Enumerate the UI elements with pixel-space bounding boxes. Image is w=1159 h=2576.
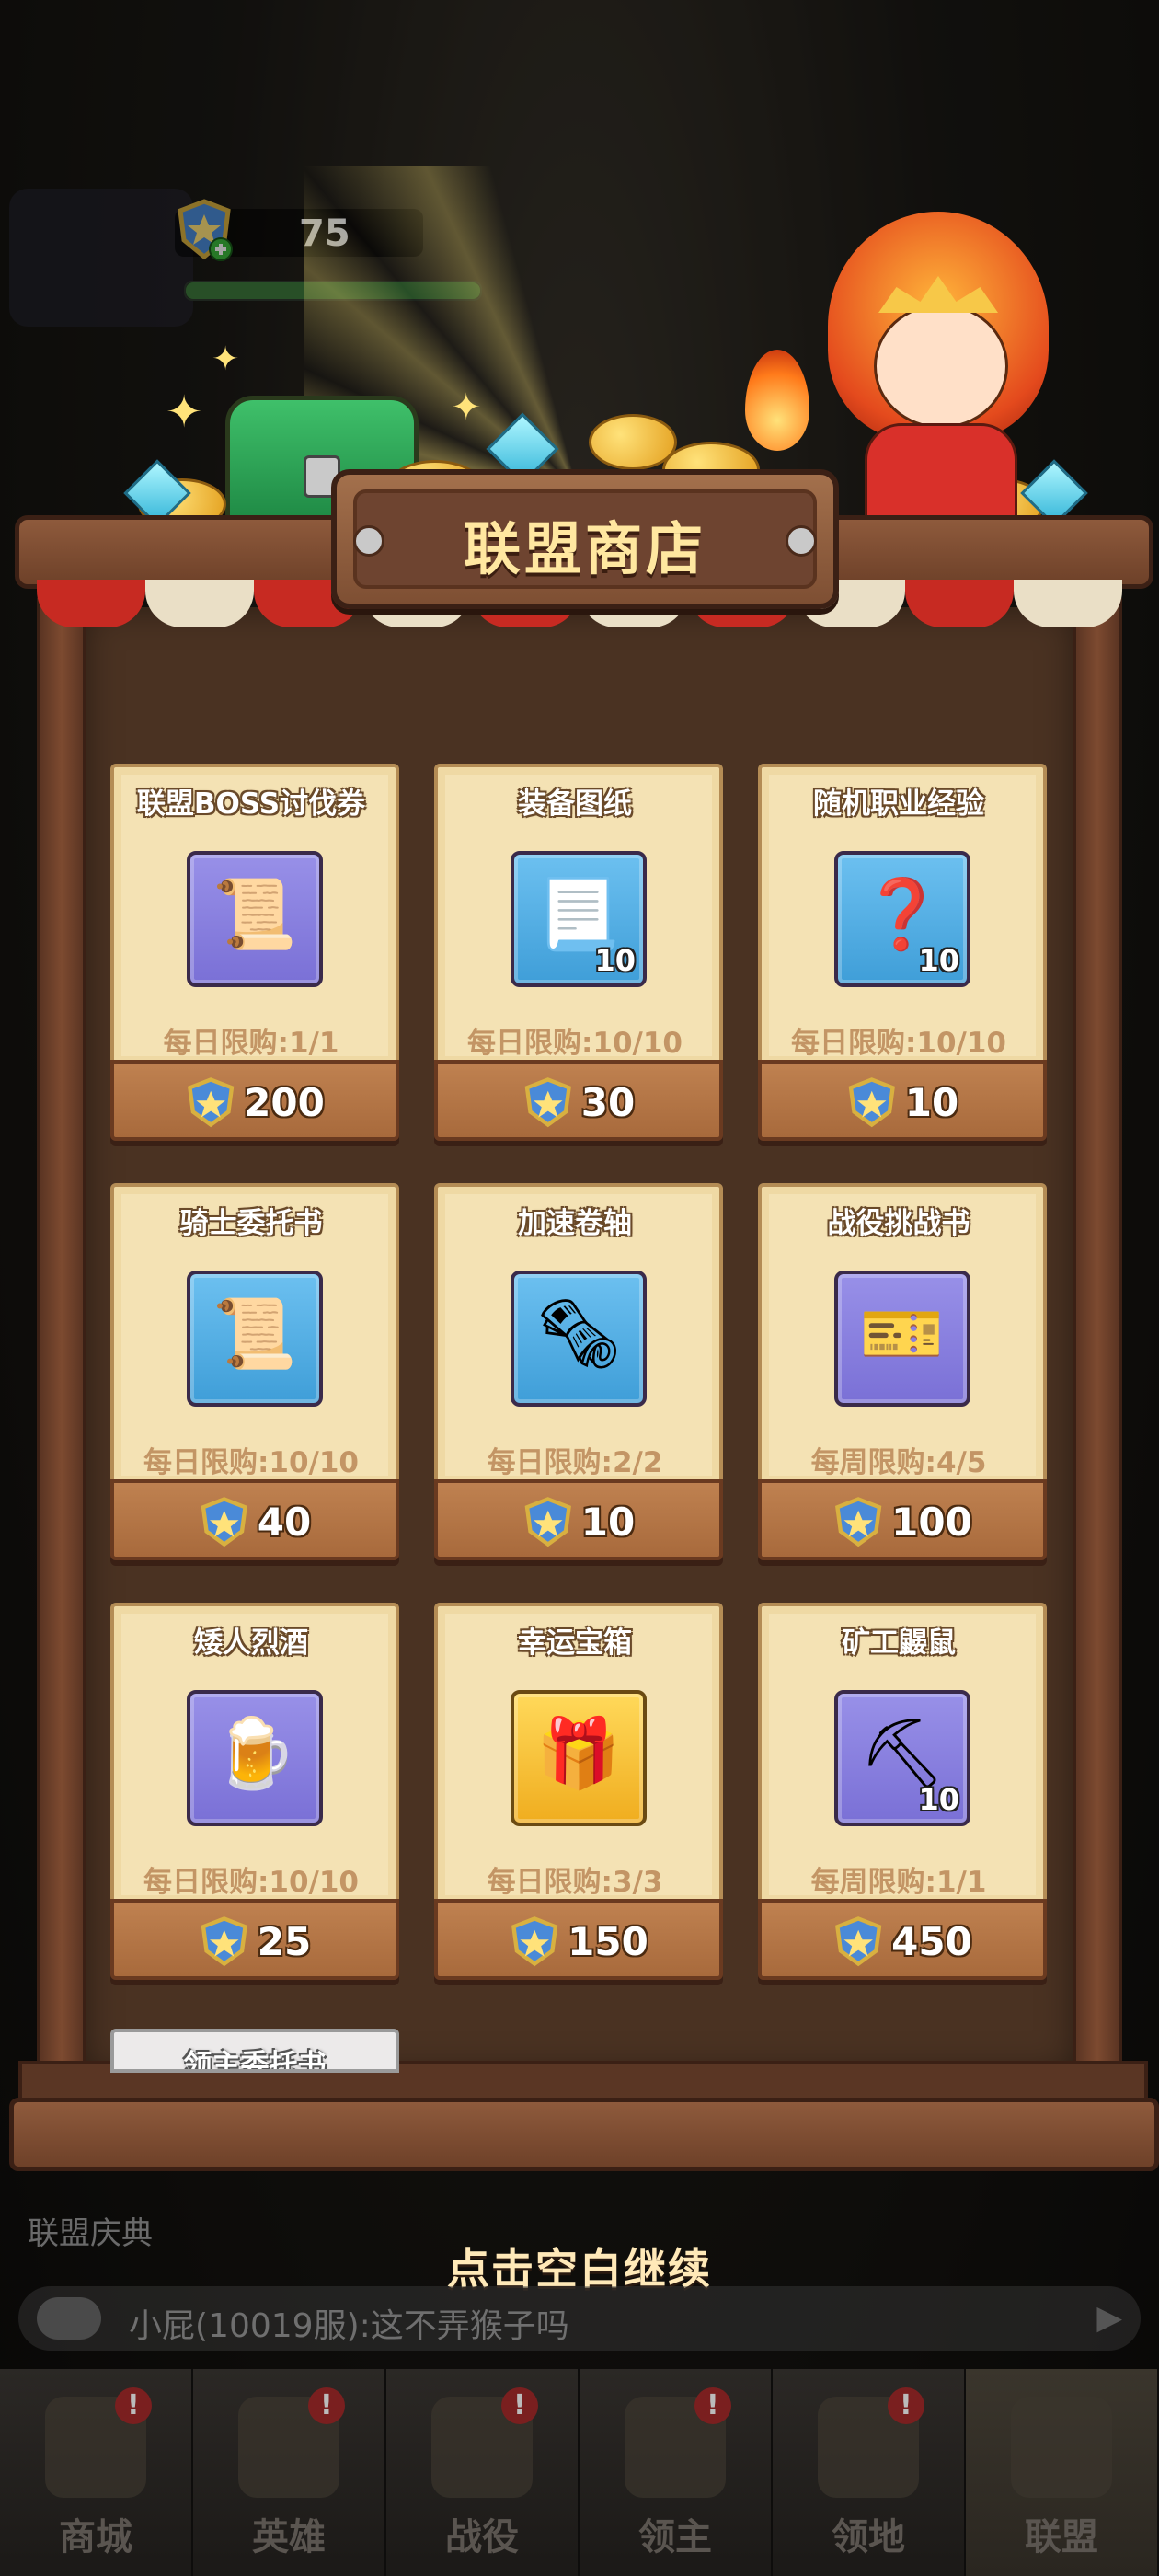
buy-button[interactable]: 450 [758, 1899, 1047, 1980]
buy-button[interactable]: 40 [110, 1479, 399, 1560]
item-price: 10 [904, 1079, 959, 1125]
item-price: 450 [891, 1918, 972, 1964]
purchase-limit: 每日限购:3/3 [487, 1866, 663, 1899]
tab-battle[interactable]: ! 战役 [386, 2369, 580, 2576]
alliance-shield-icon [201, 1916, 247, 1967]
buy-button[interactable]: 100 [758, 1479, 1047, 1560]
item-name: 矿工鼹鼠 [842, 1627, 956, 1660]
shop-item-card[interactable]: 装备图纸 📃 10 每日限购:10/10 30 [434, 764, 723, 1141]
purchase-limit: 每日限购:10/10 [791, 1027, 1006, 1060]
chat-message: 小屁(10019服):这不弄猴子吗 [129, 2307, 569, 2345]
shop-item-card-partial[interactable]: 领主委托书 [110, 2029, 399, 2073]
buy-button[interactable]: 150 [434, 1899, 723, 1980]
alliance-shield-icon [201, 1497, 247, 1547]
challenge-ticket-icon: 🎫 [834, 1271, 970, 1407]
chat-bubble-icon [37, 2297, 101, 2340]
alliance-shield-icon [511, 1916, 558, 1967]
shop-title: 联盟商店 [463, 515, 706, 582]
shop-item-card[interactable]: 战役挑战书 🎫 每周限购:4/5 100 [758, 1183, 1047, 1560]
blueprint-icon: 📃 10 [511, 851, 647, 987]
shop-item-card[interactable]: 幸运宝箱 🎁 每日限购:3/3 150 [434, 1603, 723, 1980]
shop-title-plaque: 联盟商店 [331, 469, 839, 609]
shop-item-card[interactable]: 联盟BOSS讨伐券 📜 每日限购:1/1 200 [110, 764, 399, 1141]
purchase-limit: 每周限购:4/5 [810, 1446, 987, 1479]
shop-item-card[interactable]: 骑士委托书 📜 每日限购:10/10 40 [110, 1183, 399, 1560]
tab-label: 联盟 [1025, 2516, 1098, 2559]
item-name: 骑士委托书 [179, 1207, 323, 1240]
alliance-shield-icon [835, 1916, 882, 1967]
item-price: 150 [568, 1918, 648, 1964]
alert-badge: ! [114, 2387, 152, 2424]
tab-territory[interactable]: ! 领地 [773, 2369, 966, 2576]
item-name: 战役挑战书 [827, 1207, 970, 1240]
buy-button[interactable]: 30 [434, 1060, 723, 1141]
item-name: 加速卷轴 [518, 1207, 632, 1240]
tab-label: 商城 [59, 2516, 132, 2559]
purchase-limit: 每日限购:2/2 [487, 1446, 663, 1479]
buy-button[interactable]: 25 [110, 1899, 399, 1980]
alliance-shield-icon [848, 1077, 895, 1128]
tab-lord[interactable]: ! 领主 [580, 2369, 773, 2576]
tab-hero[interactable]: ! 英雄 [193, 2369, 386, 2576]
speed-scroll-icon: 🗞 [511, 1271, 647, 1407]
tab-shop[interactable]: ! 商城 [0, 2369, 193, 2576]
alert-badge: ! [500, 2387, 538, 2424]
alliance-shield-icon [524, 1497, 571, 1547]
item-name: 矮人烈酒 [194, 1627, 308, 1660]
buy-button[interactable]: 10 [758, 1060, 1047, 1141]
tab-label: 领地 [832, 2516, 905, 2559]
purchase-limit: 每日限购:1/1 [163, 1027, 339, 1060]
item-name: 联盟BOSS讨伐券 [136, 788, 366, 821]
purchase-limit: 每日限购:10/10 [143, 1866, 359, 1899]
tab-label: 英雄 [252, 2516, 326, 2559]
item-price: 100 [891, 1499, 972, 1545]
alliance-shield-icon [835, 1497, 882, 1547]
item-name: 幸运宝箱 [518, 1627, 632, 1660]
alert-badge: ! [307, 2387, 345, 2424]
cabinet-post-right [1073, 598, 1122, 2123]
miner-mole-icon: ⛏ 10 [834, 1690, 970, 1826]
item-price: 25 [257, 1918, 312, 1964]
item-price: 200 [244, 1079, 325, 1125]
shop-item-card[interactable]: 加速卷轴 🗞 每日限购:2/2 10 [434, 1183, 723, 1560]
bottom-nav: ! 商城 ! 英雄 ! 战役 ! 领主 ! 领地 联盟 [0, 2369, 1159, 2576]
chat-ticker[interactable]: 小屁(10019服):这不弄猴子吗 ▶ [18, 2286, 1141, 2351]
sealed-scroll-icon: 📜 [187, 1271, 323, 1407]
tab-label: 战役 [445, 2516, 519, 2559]
shop-item-card[interactable]: 矿工鼹鼠 ⛏ 10 每周限购:1/1 450 [758, 1603, 1047, 1980]
item-name: 装备图纸 [518, 788, 632, 821]
purchase-limit: 每日限购:10/10 [143, 1446, 359, 1479]
purchase-limit: 每日限购:10/10 [467, 1027, 683, 1060]
alert-badge: ! [887, 2387, 924, 2424]
shop-item-card[interactable]: 随机职业经验 ❓ 10 每日限购:10/10 10 [758, 764, 1047, 1141]
sparkle-icon: ✦ [166, 386, 203, 438]
sparkle-icon: ✦ [451, 386, 482, 429]
mystery-orb-icon: ❓ 10 [834, 851, 970, 987]
buy-button[interactable]: 10 [434, 1479, 723, 1560]
alert-badge: ! [694, 2387, 731, 2424]
item-name: 领主委托书 [183, 2049, 327, 2073]
fire-queen-hero-portrait [809, 212, 1067, 521]
item-price: 10 [580, 1499, 636, 1545]
lucky-chest-icon: 🎁 [511, 1690, 647, 1826]
boss-scroll-icon: 📜 [187, 851, 323, 987]
sparkle-icon: ✦ [212, 340, 240, 378]
knight-helmet-icon [1011, 2397, 1112, 2498]
ale-mug-icon: 🍺 [187, 1690, 323, 1826]
cabinet-base [9, 2098, 1159, 2171]
tab-label: 领主 [638, 2516, 712, 2559]
alliance-shield-icon [524, 1077, 571, 1128]
item-price: 30 [580, 1079, 636, 1125]
chevron-right-icon: ▶ [1096, 2299, 1122, 2337]
cabinet-post-left [37, 598, 86, 2123]
shop-item-card[interactable]: 矮人烈酒 🍺 每日限购:10/10 25 [110, 1603, 399, 1980]
purchase-limit: 每周限购:1/1 [810, 1866, 987, 1899]
item-price: 40 [257, 1499, 312, 1545]
alliance-shield-icon [188, 1077, 235, 1128]
buy-button[interactable]: 200 [110, 1060, 399, 1141]
item-name: 随机职业经验 [813, 788, 984, 821]
tab-alliance[interactable]: 联盟 [966, 2369, 1159, 2576]
